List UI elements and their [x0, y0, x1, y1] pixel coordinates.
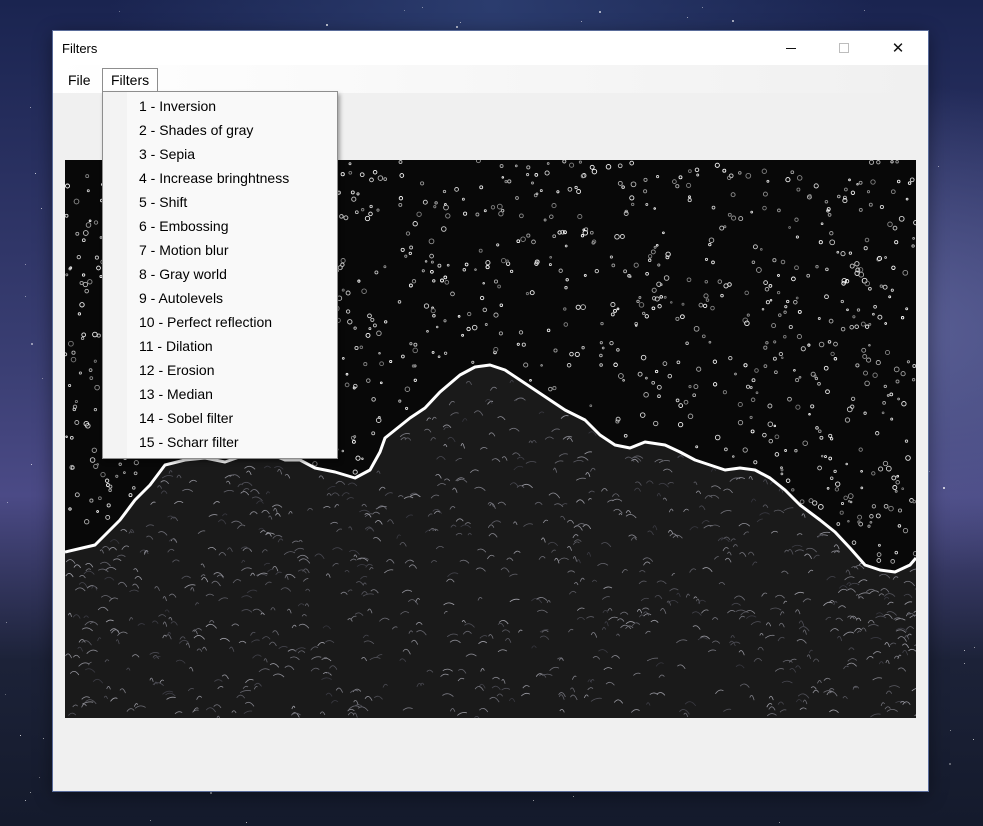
desktop-star: [929, 471, 930, 472]
menu-item-sepia[interactable]: 3 - Sepia: [103, 142, 337, 166]
desktop-star: [31, 343, 33, 345]
desktop-star: [950, 730, 951, 731]
desktop-star: [246, 822, 247, 823]
menu-item-dilation[interactable]: 11 - Dilation: [103, 334, 337, 358]
desktop-star: [7, 502, 8, 503]
menu-item-autolevels[interactable]: 9 - Autolevels: [103, 286, 337, 310]
desktop-star: [581, 21, 582, 22]
desktop-star: [943, 487, 945, 489]
menu-item-increase-brightness[interactable]: 4 - Increase bringhtness: [103, 166, 337, 190]
desktop-star: [949, 763, 951, 765]
desktop-star: [41, 208, 42, 209]
menu-bar: File Filters: [53, 65, 928, 93]
desktop-star: [404, 10, 405, 11]
menu-item-inversion[interactable]: 1 - Inversion: [103, 94, 337, 118]
desktop-star: [326, 24, 328, 26]
close-icon: ✕: [891, 38, 905, 57]
filters-dropdown-menu: 1 - Inversion 2 - Shades of gray 3 - Sep…: [102, 91, 338, 459]
menu-item-scharr-filter[interactable]: 15 - Scharr filter: [103, 430, 337, 454]
title-bar[interactable]: Filters ✕: [53, 31, 928, 65]
menu-item-motion-blur[interactable]: 7 - Motion blur: [103, 238, 337, 262]
maximize-button[interactable]: [821, 31, 867, 65]
desktop-star: [460, 22, 461, 23]
desktop-star: [973, 739, 974, 740]
desktop-star: [42, 378, 43, 379]
desktop-star: [422, 7, 423, 8]
window-title: Filters: [62, 41, 98, 56]
desktop-star: [5, 694, 6, 695]
menu-item-sobel-filter[interactable]: 14 - Sobel filter: [103, 406, 337, 430]
desktop-star: [150, 820, 151, 821]
desktop-star: [732, 20, 734, 22]
desktop-star: [964, 650, 965, 651]
desktop-star: [20, 735, 21, 736]
menu-item-erosion[interactable]: 12 - Erosion: [103, 358, 337, 382]
desktop-star: [974, 647, 975, 648]
close-button[interactable]: ✕: [875, 31, 921, 65]
desktop-star: [31, 464, 32, 465]
maximize-icon: [839, 43, 849, 53]
desktop-star: [43, 738, 44, 739]
desktop-star: [702, 7, 703, 8]
desktop-star: [6, 622, 7, 623]
minimize-button[interactable]: [768, 31, 814, 65]
desktop-star: [928, 355, 929, 356]
desktop-star: [39, 777, 40, 778]
desktop-star: [35, 173, 36, 174]
desktop-star: [599, 11, 601, 13]
menu-item-shift[interactable]: 5 - Shift: [103, 190, 337, 214]
menu-item-shades-of-gray[interactable]: 2 - Shades of gray: [103, 118, 337, 142]
desktop-star: [119, 11, 120, 12]
menu-item-median[interactable]: 13 - Median: [103, 382, 337, 406]
desktop-star: [456, 26, 458, 28]
desktop-star: [964, 663, 965, 664]
desktop-star: [573, 796, 574, 797]
desktop-star: [25, 264, 26, 265]
desktop-star: [687, 17, 688, 18]
menu-filters[interactable]: Filters: [102, 68, 159, 92]
desktop-star: [533, 800, 534, 801]
menu-item-perfect-reflection[interactable]: 10 - Perfect reflection: [103, 310, 337, 334]
desktop-star: [30, 107, 31, 108]
menu-file[interactable]: File: [60, 69, 99, 91]
desktop-star: [864, 10, 865, 11]
menu-item-embossing[interactable]: 6 - Embossing: [103, 214, 337, 238]
desktop-star: [938, 166, 939, 167]
desktop-star: [210, 792, 212, 794]
desktop-star: [25, 296, 26, 297]
menu-item-gray-world[interactable]: 8 - Gray world: [103, 262, 337, 286]
desktop-star: [25, 800, 26, 801]
desktop-star: [779, 822, 780, 823]
desktop-star: [30, 792, 31, 793]
minimize-icon: [786, 47, 796, 49]
